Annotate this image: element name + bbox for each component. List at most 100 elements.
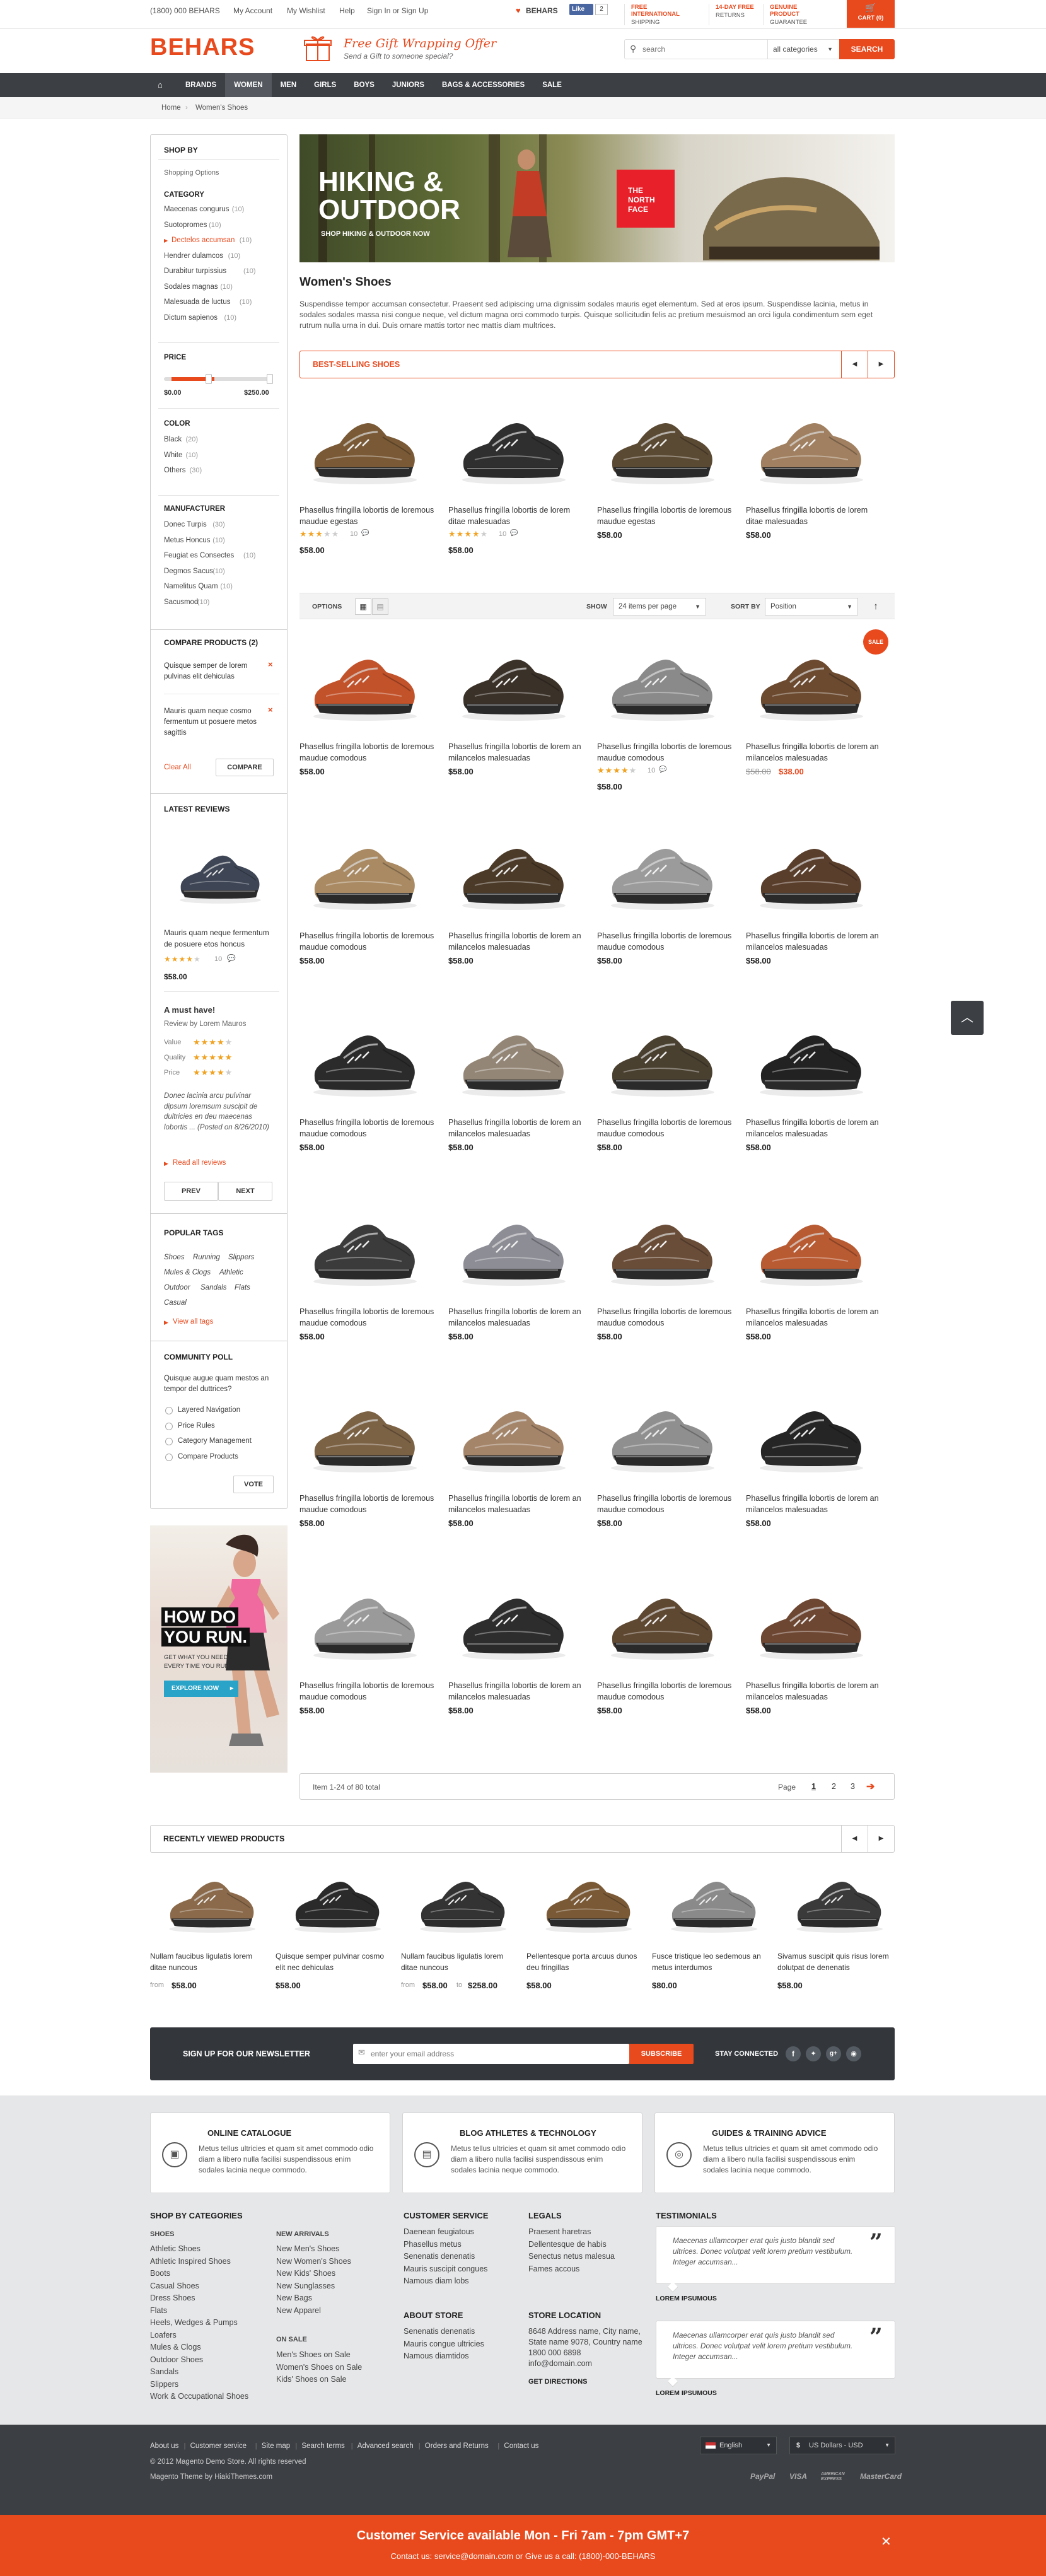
product-name[interactable]: Phasellus fringilla lobortis de lorem an…: [448, 1680, 587, 1703]
nav-item-boys[interactable]: BOYS: [345, 73, 383, 97]
tag-link[interactable]: Flats: [235, 1284, 250, 1291]
category-link[interactable]: Dectelos accumsan: [171, 236, 235, 244]
page-1[interactable]: 1: [811, 1782, 816, 1791]
compare-item[interactable]: Quisque semper de lorem pulvinas elit de…: [164, 661, 259, 686]
remove-icon[interactable]: ×: [268, 660, 273, 669]
footer-link[interactable]: Men's Shoes on Sale: [276, 2350, 351, 2359]
feature-box[interactable]: ▤ BLOG ATHLETES & TECHNOLOGY Metus tellus …: [402, 2113, 642, 2193]
product-name[interactable]: Pellentesque porta arcuus dunos deu frin…: [526, 1950, 646, 1974]
footer-link[interactable]: New Apparel: [276, 2306, 321, 2315]
product-image[interactable]: [456, 1577, 569, 1665]
product-name[interactable]: Nullam faucibus ligulatis lorem ditae nu…: [401, 1950, 521, 1974]
footer-link[interactable]: Senectus netus malesua: [528, 2252, 615, 2261]
footer-link[interactable]: Kids' Shoes on Sale: [276, 2375, 347, 2384]
product-image[interactable]: [307, 1203, 421, 1291]
product-name[interactable]: Quisque semper pulvinar cosmo elit nec d…: [276, 1950, 395, 1974]
product-name[interactable]: Phasellus fringilla lobortis de loremous…: [597, 1493, 736, 1515]
product-image[interactable]: [289, 1863, 384, 1938]
bottom-link[interactable]: Contact us: [504, 2442, 538, 2450]
tag-link[interactable]: Sandals: [200, 1284, 227, 1291]
review-product-name[interactable]: Mauris quam neque fermentum de posuere e…: [164, 927, 277, 950]
subscribe-button[interactable]: SUBSCRIBE: [629, 2044, 694, 2064]
footer-link[interactable]: Fames accous: [528, 2264, 579, 2273]
list-view-button[interactable]: ▤: [372, 598, 388, 615]
compare-button[interactable]: COMPARE: [216, 759, 274, 776]
footer-link[interactable]: Slippers: [150, 2380, 178, 2389]
twitter-icon[interactable]: ✦: [806, 2046, 821, 2061]
footer-link[interactable]: Senenatis denenatis: [404, 2252, 475, 2261]
category-link[interactable]: Dictum sapienos: [164, 314, 218, 322]
product-name[interactable]: Phasellus fringilla lobortis de loremous…: [597, 1680, 736, 1703]
tag-link[interactable]: Athletic: [219, 1269, 243, 1276]
product-name[interactable]: Nullam faucibus ligulatis lorem ditae nu…: [150, 1950, 270, 1974]
footer-link[interactable]: Heels, Wedges & Pumps: [150, 2318, 238, 2327]
view-all-tags-link[interactable]: View all tags: [173, 1318, 213, 1326]
footer-link[interactable]: Sandals: [150, 2367, 178, 2376]
remove-icon[interactable]: ×: [268, 705, 273, 714]
footer-link[interactable]: Phasellus metus: [404, 2240, 462, 2249]
footer-link[interactable]: Senenatis denenatis: [404, 2327, 475, 2336]
explore-now-button[interactable]: EXPLORE NOW ▸: [164, 1681, 238, 1697]
product-name[interactable]: Sivamus suscipit quis risus lorem dolutp…: [777, 1950, 897, 1974]
product-image[interactable]: [605, 827, 718, 916]
prev-button[interactable]: PREV: [164, 1182, 218, 1201]
read-all-reviews-link[interactable]: Read all reviews: [173, 1159, 226, 1167]
review-product-image[interactable]: [169, 839, 270, 908]
product-name[interactable]: Phasellus fringilla lobortis de lorem an…: [448, 1117, 587, 1139]
product-name[interactable]: Phasellus fringilla lobortis de loremous…: [299, 504, 438, 527]
home-icon[interactable]: ⌂: [158, 80, 166, 90]
product-image[interactable]: [307, 638, 421, 726]
hiking-banner[interactable]: HIKING & OUTDOOR SHOP HIKING & OUTDOOR N…: [299, 134, 895, 262]
product-name[interactable]: Phasellus fringilla lobortis de lorem an…: [746, 741, 885, 764]
link-help[interactable]: Help: [339, 6, 355, 15]
tag-link[interactable]: Shoes: [164, 1254, 185, 1261]
close-icon[interactable]: ✕: [881, 2534, 892, 2550]
bottom-link[interactable]: About us: [150, 2442, 178, 2450]
google-plus-icon[interactable]: g+: [826, 2046, 841, 2061]
poll-radio[interactable]: [165, 1407, 173, 1414]
footer-link[interactable]: New Men's Shoes: [276, 2244, 339, 2253]
product-name[interactable]: Phasellus fringilla lobortis de loremous…: [299, 1117, 438, 1139]
product-image[interactable]: [605, 402, 718, 490]
carousel-next-button[interactable]: ▶: [868, 1826, 894, 1852]
product-image[interactable]: [456, 1014, 569, 1102]
manufacturer-link[interactable]: Feugiat es Consectes: [164, 552, 234, 559]
product-image[interactable]: [164, 1863, 259, 1938]
product-image[interactable]: [456, 402, 569, 490]
footer-link[interactable]: New Kids' Shoes: [276, 2269, 335, 2278]
category-link[interactable]: Suotopromes: [164, 221, 207, 229]
product-name[interactable]: Phasellus fringilla lobortis de loremous…: [299, 1306, 438, 1329]
product-name[interactable]: Fusce tristique leo sedemous an metus in…: [652, 1950, 772, 1974]
product-image[interactable]: [605, 1203, 718, 1291]
link-my-account[interactable]: My Account: [233, 6, 272, 15]
product-image[interactable]: [753, 827, 867, 916]
footer-link[interactable]: Dellentesque de habis: [528, 2240, 607, 2249]
color-link[interactable]: Others: [164, 467, 186, 474]
footer-link[interactable]: Women's Shoes on Sale: [276, 2363, 362, 2372]
category-select[interactable]: all categories ▼: [767, 40, 838, 59]
category-link[interactable]: Durabitur turpissius: [164, 267, 226, 275]
footer-link[interactable]: Work & Occupational Shoes: [150, 2392, 248, 2401]
product-name[interactable]: Phasellus fringilla lobortis de lorem an…: [448, 741, 587, 764]
price-slider[interactable]: [164, 374, 274, 384]
bottom-link[interactable]: Advanced search: [357, 2442, 414, 2450]
product-name[interactable]: Phasellus fringilla lobortis de lorem an…: [746, 1493, 885, 1515]
footer-link[interactable]: Praesent haretras: [528, 2227, 591, 2236]
product-name[interactable]: Phasellus fringilla lobortis de loremous…: [299, 741, 438, 764]
category-link[interactable]: Maecenas congurus: [164, 206, 230, 213]
footer-link[interactable]: Mauris congue ultricies: [404, 2340, 484, 2348]
product-image[interactable]: [753, 402, 867, 490]
product-image[interactable]: [307, 1014, 421, 1102]
price-slider-handle-min[interactable]: [206, 374, 212, 384]
rss-icon[interactable]: ◉: [846, 2046, 861, 2061]
footer-link[interactable]: New Sunglasses: [276, 2282, 335, 2290]
nav-item-juniors[interactable]: JUNIORS: [383, 73, 433, 97]
footer-link[interactable]: Casual Shoes: [150, 2282, 199, 2290]
product-image[interactable]: [605, 1014, 718, 1102]
product-image[interactable]: [307, 827, 421, 916]
bottom-link[interactable]: Search terms: [301, 2442, 344, 2450]
nav-item-sale[interactable]: SALE: [533, 73, 571, 97]
nav-item-brands[interactable]: BRANDS: [177, 73, 225, 97]
product-name[interactable]: Phasellus fringilla lobortis de loremous…: [597, 741, 736, 764]
product-image[interactable]: [456, 1203, 569, 1291]
